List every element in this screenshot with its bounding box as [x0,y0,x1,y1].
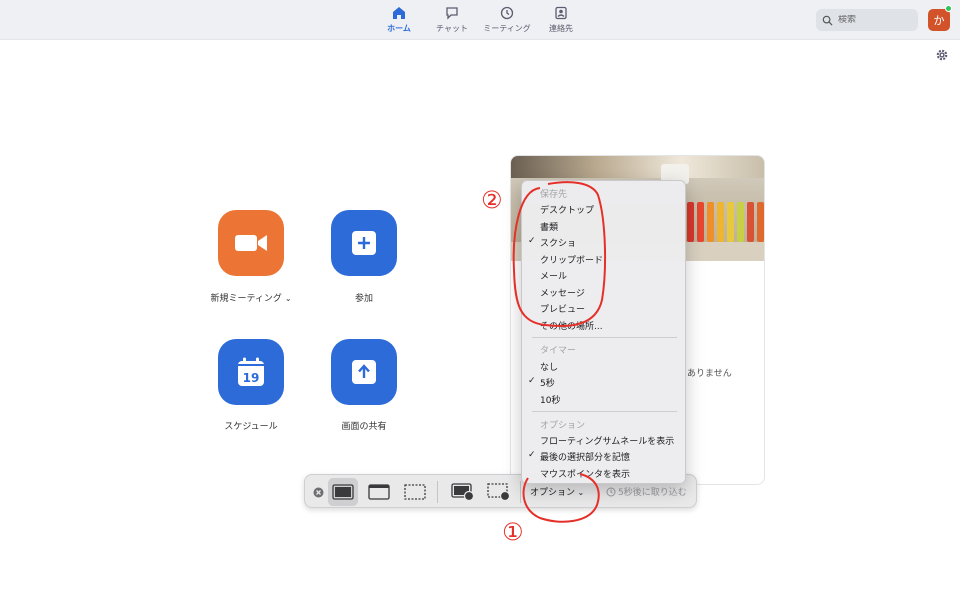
toolbar-divider [437,481,438,503]
menu-item-timer-10s[interactable]: 10秒 [522,391,687,407]
plus-icon [352,231,376,255]
calendar-day: 19 [243,371,260,385]
video-camera-icon [235,235,267,251]
menu-separator [532,337,677,338]
menu-item-timer-none[interactable]: なし [522,358,687,374]
record-selection-button[interactable] [484,478,514,506]
capture-status[interactable]: 5秒後に取り込む [606,485,687,498]
clock-icon [500,6,514,20]
nav-tab-meetings-label: ミーティング [483,24,531,33]
share-screen-button[interactable] [331,339,397,405]
calendar-icon: 19 [238,357,264,386]
menu-separator [532,411,677,412]
online-status-dot [945,5,952,12]
contacts-icon [555,6,567,20]
schedule-button[interactable]: 19 [218,339,284,405]
nav-tab-chat-label: チャット [436,24,468,33]
menu-item-other-location[interactable]: その他の場所... [522,317,687,333]
record-selection-icon [487,483,511,501]
new-meeting-label[interactable]: 新規ミーティング ⌄ [210,291,291,304]
options-dropdown-button[interactable]: オプション ⌄ [530,485,584,498]
menu-item-show-pointer[interactable]: マウスポインタを表示 [522,465,687,481]
nav-tab-home[interactable]: ホーム [369,0,429,40]
annotation-step-2: ② [481,186,503,214]
top-navigation-bar: ホーム チャット ミーティング 連絡先 か [0,0,960,40]
capture-selection-button[interactable] [400,478,430,506]
menu-item-remember-selection[interactable]: ✓ 最後の選択部分を記憶 [522,448,687,464]
checkmark-icon: ✓ [528,450,536,460]
search-input[interactable] [838,15,908,25]
avatar[interactable]: か [928,9,950,31]
toolbar-divider [520,481,521,503]
menu-header-options: オプション [540,420,586,431]
options-menu: 保存先 デスクトップ 書類 ✓ スクショ クリップボード メール メッセージ プレ… [521,180,686,484]
annotation-layer [512,181,607,523]
avatar-initial: か [933,14,945,27]
menu-item-clipboard[interactable]: クリップボード [522,251,687,267]
menu-item-preview[interactable]: プレビュー [522,300,687,316]
menu-item-mail[interactable]: メール [522,267,687,283]
menu-item-screenshots[interactable]: ✓ スクショ [522,234,687,250]
menu-header-save-to: 保存先 [540,189,568,200]
chevron-down-icon: ⌄ [575,488,585,497]
menu-item-desktop[interactable]: デスクトップ [522,201,687,217]
card-empty-text: ありません [687,369,732,379]
capture-label: 5秒後に取り込む [618,488,687,498]
nav-tab-home-label: ホーム [387,24,411,33]
options-label: オプション [530,488,576,498]
record-entire-screen-button[interactable] [448,478,478,506]
menu-item-floating-thumbnail[interactable]: フローティングサムネールを表示 [522,432,687,448]
join-label: 参加 [354,294,374,304]
nav-tab-contacts-label: 連絡先 [549,24,573,33]
checkmark-icon: ✓ [528,376,536,386]
home-icon [393,7,405,19]
share-arrow-icon [352,360,376,384]
schedule-label: スケジュール [224,422,278,432]
gear-icon[interactable] [936,49,948,61]
record-screen-icon [451,483,475,501]
selection-icon [404,484,426,500]
search-box[interactable] [816,9,918,31]
capture-entire-screen-button[interactable] [328,478,358,506]
new-meeting-button[interactable] [218,210,284,276]
annotation-step-1: ① [502,518,524,546]
window-icon [368,484,390,500]
chat-icon [446,7,458,20]
menu-header-timer: タイマー [540,345,577,356]
menu-item-timer-5s[interactable]: ✓ 5秒 [522,374,687,390]
join-button[interactable] [331,210,397,276]
menu-item-documents[interactable]: 書類 [522,218,687,234]
timer-icon [606,487,616,496]
menu-item-messages[interactable]: メッセージ [522,284,687,300]
entire-screen-icon [332,484,354,500]
capture-window-button[interactable] [364,478,394,506]
search-icon [822,15,833,26]
share-screen-label: 画面の共有 [341,422,387,432]
chevron-down-icon[interactable]: ⌄ [285,294,292,303]
checkmark-icon: ✓ [528,236,536,246]
nav-tab-meetings[interactable]: ミーティング [477,0,537,40]
close-toolbar-button[interactable] [311,478,325,506]
nav-tab-chat[interactable]: チャット [422,0,482,40]
close-icon [313,487,323,497]
nav-tab-contacts[interactable]: 連絡先 [531,0,591,40]
